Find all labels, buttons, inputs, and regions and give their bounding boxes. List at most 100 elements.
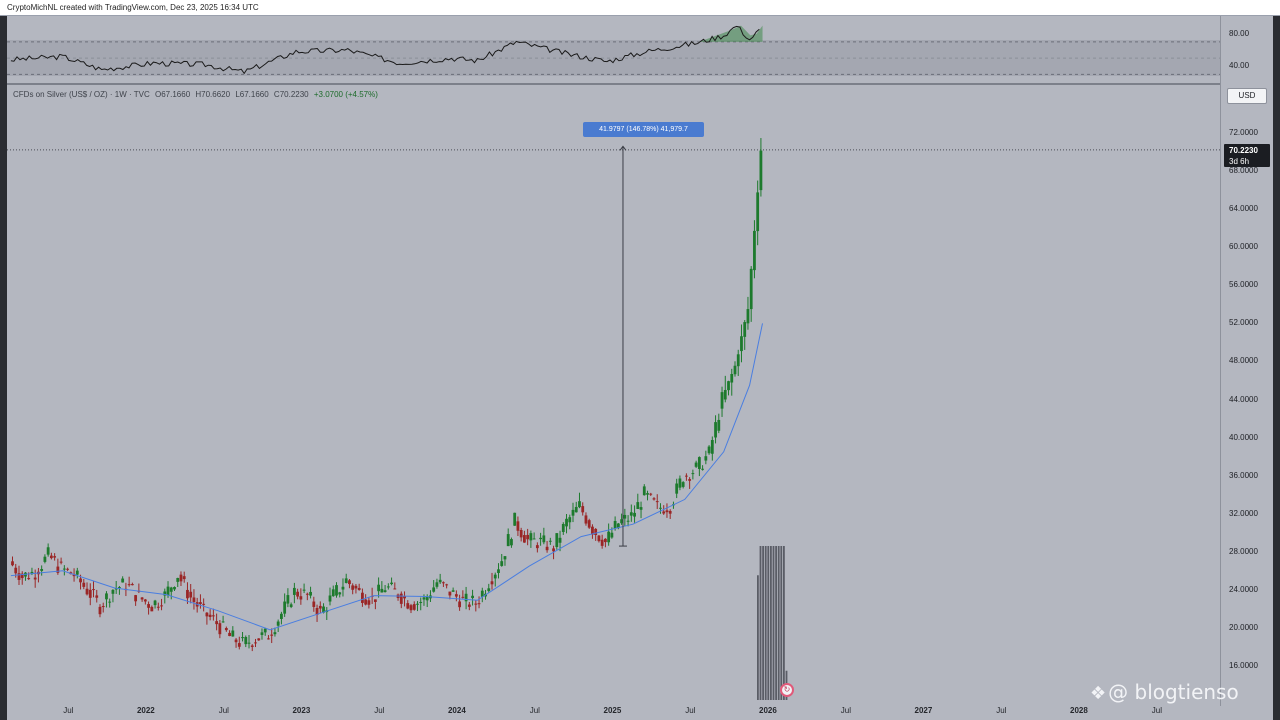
time-tick-label: 2027: [914, 706, 933, 715]
time-tick-label: Jul: [63, 706, 74, 715]
candle-up: [451, 590, 455, 592]
candle-down: [604, 538, 607, 543]
candle-down: [33, 577, 37, 580]
candle-down: [461, 596, 465, 598]
candle-down: [205, 612, 209, 617]
candle-down: [208, 614, 212, 617]
candle-down: [160, 605, 163, 607]
volume-bar: [764, 546, 767, 700]
candle-up: [383, 590, 387, 593]
candle-down: [143, 599, 147, 602]
candle-down: [101, 606, 105, 608]
candle-up: [166, 586, 170, 596]
candle-down: [367, 600, 371, 605]
candle-down: [649, 493, 653, 495]
candle-down: [354, 585, 358, 589]
candle-up: [694, 462, 698, 467]
candle-down: [199, 602, 202, 604]
candle-down: [519, 530, 523, 538]
candle-up: [613, 520, 617, 529]
candle-up: [292, 587, 296, 595]
candle-up: [568, 517, 572, 523]
time-tick-label: Jul: [685, 706, 696, 715]
candle-up: [532, 538, 536, 540]
candle-down: [688, 479, 692, 481]
moving-average-line: [10, 323, 763, 631]
candle-down: [53, 556, 57, 558]
candle-down: [215, 621, 219, 625]
candle-up: [377, 584, 381, 592]
candle-down: [228, 632, 231, 637]
candle-down: [458, 601, 462, 608]
candle-up: [740, 336, 743, 352]
candle-down: [147, 604, 150, 608]
candle-up: [153, 600, 157, 606]
candle-up: [561, 524, 565, 532]
candle-up: [331, 589, 335, 597]
candle-up: [471, 595, 474, 599]
candle-down: [92, 589, 95, 591]
candle-down: [584, 515, 588, 524]
candle-up: [419, 601, 423, 603]
candle-up: [558, 537, 562, 543]
watermark: ❖ @ blogtienso: [1090, 680, 1239, 704]
candle-down: [192, 597, 196, 602]
candle-down: [552, 548, 555, 552]
candle-down: [523, 535, 526, 543]
candle-down: [516, 521, 520, 531]
candle-down: [454, 594, 458, 597]
time-axis[interactable]: Jul 2022 Jul 2023 Jul 2024 Jul 2025 Jul 2026 Jul 20…: [7, 705, 1273, 720]
candle-up: [221, 621, 225, 623]
candle-up: [607, 531, 611, 543]
time-tick-label: 2026: [759, 706, 777, 715]
candle-up: [753, 230, 756, 271]
candle-up: [574, 506, 578, 513]
candle-up: [286, 595, 290, 604]
price-chart-svg[interactable]: [0, 0, 1280, 720]
candle-up: [756, 192, 760, 232]
candle-down: [305, 593, 309, 595]
candle-down: [445, 584, 449, 586]
candle-up: [176, 577, 180, 582]
candle-up: [173, 587, 176, 590]
candle-up: [309, 591, 312, 596]
candle-up: [714, 422, 717, 438]
candle-up: [283, 601, 287, 614]
candle-down: [95, 595, 99, 598]
candle-up: [432, 587, 436, 592]
last-price-value: 70.2230: [1229, 146, 1258, 155]
candle-up: [338, 592, 342, 595]
rsi-overbought-fill: [699, 25, 763, 42]
volume-bar: [757, 575, 759, 700]
candle-up: [707, 446, 711, 454]
candle-up: [43, 556, 47, 562]
candle-down: [351, 585, 355, 590]
candle-down: [234, 639, 238, 643]
candle-down: [409, 605, 413, 611]
time-tick-label: 2028: [1070, 706, 1088, 715]
candle-down: [361, 592, 364, 603]
candle-down: [412, 604, 416, 610]
candle-up: [633, 512, 636, 517]
measure-tool-label[interactable]: 41.9797 (146.78%) 41,979.7: [583, 122, 704, 137]
candle-down: [130, 584, 134, 586]
candle-down: [467, 604, 471, 607]
candle-up: [464, 593, 468, 602]
candle-up: [736, 354, 740, 367]
candle-up: [497, 569, 500, 574]
binance-diamond-icon: ❖: [1090, 683, 1107, 704]
candle-up: [610, 532, 614, 538]
time-tick-label: Jul: [1151, 706, 1163, 715]
candle-up: [241, 637, 244, 639]
candle-up: [675, 483, 679, 494]
volume-bar: [777, 546, 780, 700]
candle-up: [565, 518, 568, 527]
time-tick-label: Jul: [840, 706, 851, 715]
replay-icon[interactable]: ↻: [780, 683, 794, 697]
candle-down: [27, 578, 31, 580]
candle-up: [108, 601, 112, 603]
candle-up: [121, 578, 125, 583]
candle-up: [380, 588, 384, 593]
candle-down: [134, 595, 138, 602]
candle-up: [730, 373, 734, 383]
